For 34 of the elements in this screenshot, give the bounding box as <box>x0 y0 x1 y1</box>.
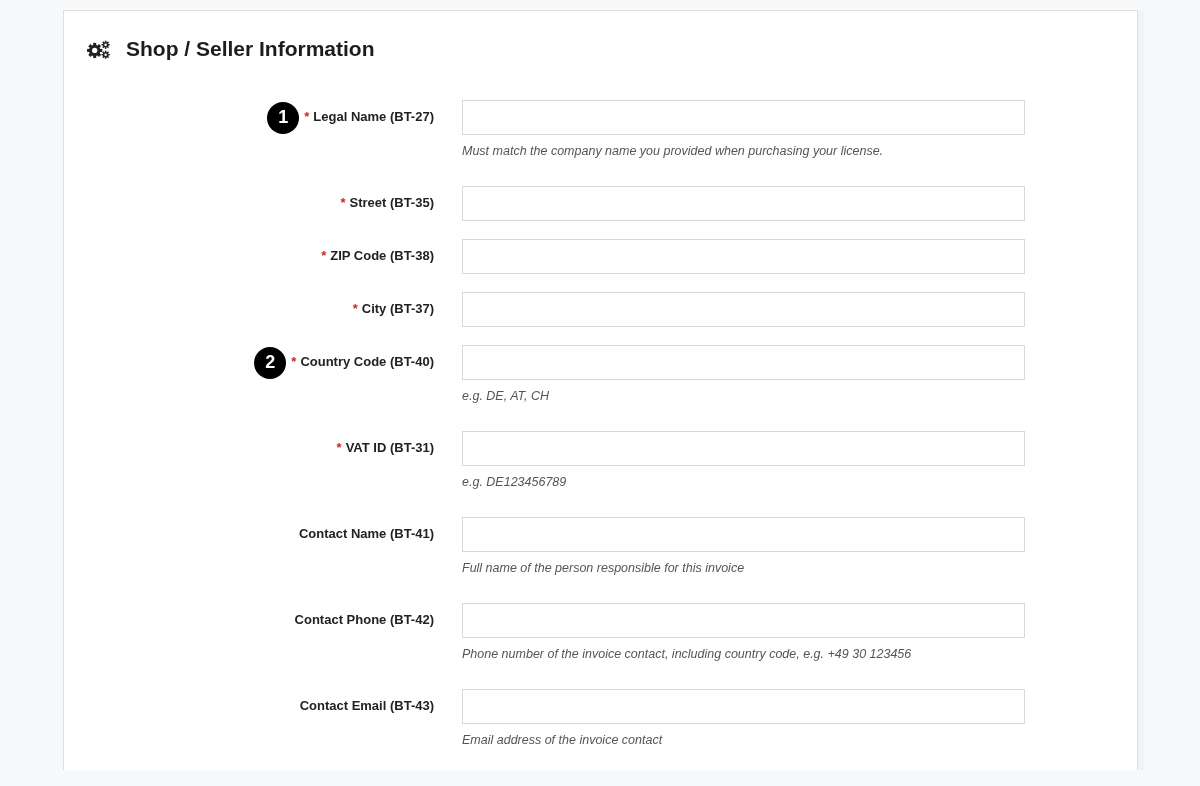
field-label: Contact Email (BT-43) <box>299 698 434 713</box>
help-text: Must match the company name you provided when purchasing your license. <box>462 143 885 160</box>
text-input[interactable] <box>462 517 1025 552</box>
help-text: e.g. DE123456789 <box>462 474 568 491</box>
required-mark: * <box>291 354 297 369</box>
help-text: Phone number of the invoice contact, including country code, e.g. +49 30 123456 <box>462 646 913 663</box>
help-text: Full name of the person responsible for this invoice <box>462 560 746 577</box>
text-input[interactable] <box>462 292 1025 327</box>
field-label: Contact Name (BT-41) <box>298 526 434 541</box>
field-label: Country Code (BT-40) <box>300 354 434 369</box>
step-number-badge: 2 <box>254 346 287 379</box>
help-text: Email address of the invoice contact <box>462 732 664 749</box>
field-label: VAT ID (BT-31) <box>345 440 434 455</box>
text-input[interactable] <box>462 239 1025 274</box>
required-mark: * <box>336 440 342 455</box>
gears-icon <box>87 39 110 59</box>
section-title: Shop / Seller Information <box>126 36 375 62</box>
text-input[interactable] <box>462 100 1025 135</box>
text-input[interactable] <box>462 689 1025 724</box>
text-input[interactable] <box>462 603 1025 638</box>
field-label: ZIP Code (BT-38) <box>330 248 434 263</box>
required-mark: * <box>352 301 358 316</box>
field-label: Legal Name (BT-27) <box>313 109 434 124</box>
text-input[interactable] <box>462 431 1025 466</box>
field-label: Street (BT-35) <box>349 195 434 210</box>
required-mark: * <box>340 195 346 210</box>
required-mark: * <box>321 248 327 263</box>
step-number-badge: 1 <box>267 101 300 134</box>
help-text: e.g. DE, AT, CH <box>462 388 551 405</box>
text-input[interactable] <box>462 186 1025 221</box>
required-mark: * <box>304 109 310 124</box>
text-input[interactable] <box>462 345 1025 380</box>
field-label: City (BT-37) <box>361 301 434 316</box>
field-label: Contact Phone (BT-42) <box>294 612 434 627</box>
